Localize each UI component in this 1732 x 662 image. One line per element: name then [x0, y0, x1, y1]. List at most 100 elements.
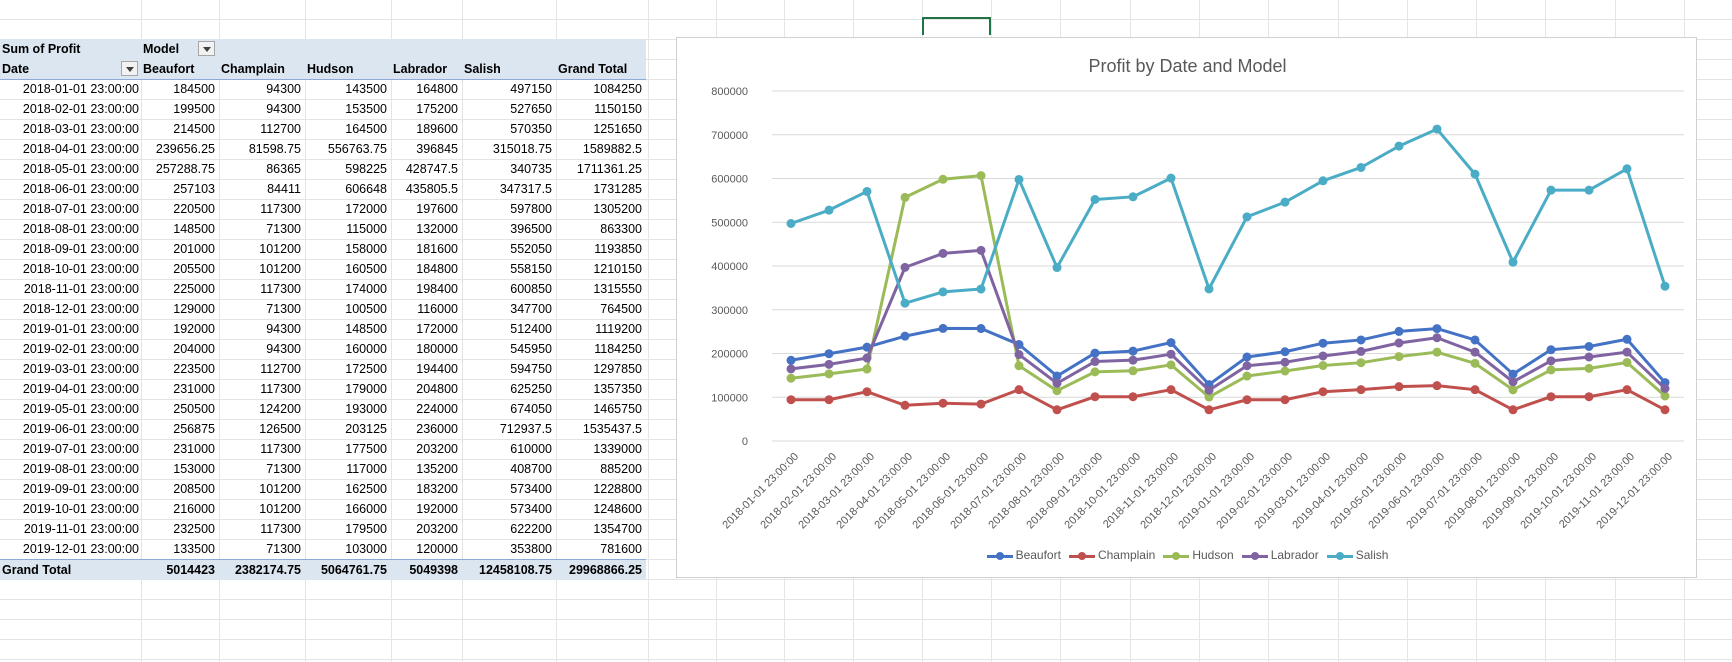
- value-cell[interactable]: 396500: [462, 219, 556, 239]
- value-cell[interactable]: 94300: [219, 99, 305, 119]
- value-cell[interactable]: 556763.75: [305, 139, 391, 159]
- value-cell[interactable]: 223500: [141, 359, 219, 379]
- value-cell[interactable]: 148500: [305, 319, 391, 339]
- chart-legend[interactable]: Beaufort Champlain Hudson Labrador Salish: [677, 548, 1698, 562]
- grand-total-cell[interactable]: 29968866.25: [556, 560, 646, 580]
- value-cell[interactable]: 863300: [556, 219, 646, 239]
- column-header-grand-total[interactable]: Grand Total: [556, 59, 646, 79]
- value-cell[interactable]: 250500: [141, 399, 219, 419]
- legend-item-salish[interactable]: Salish: [1326, 548, 1388, 562]
- value-cell[interactable]: 192000: [391, 499, 462, 519]
- value-cell[interactable]: 552050: [462, 239, 556, 259]
- value-cell[interactable]: 1535437.5: [556, 419, 646, 439]
- row-date-label[interactable]: 2019-02-01 23:00:00: [0, 339, 141, 359]
- value-cell[interactable]: 199500: [141, 99, 219, 119]
- value-cell[interactable]: 148500: [141, 219, 219, 239]
- value-cell[interactable]: 408700: [462, 459, 556, 479]
- row-date-label[interactable]: 2019-04-01 23:00:00: [0, 379, 141, 399]
- value-cell[interactable]: 101200: [219, 499, 305, 519]
- value-cell[interactable]: 71300: [219, 539, 305, 559]
- value-cell[interactable]: 1465750: [556, 399, 646, 419]
- row-date-label[interactable]: 2018-12-01 23:00:00: [0, 299, 141, 319]
- value-cell[interactable]: 1150150: [556, 99, 646, 119]
- value-cell[interactable]: 1184250: [556, 339, 646, 359]
- value-cell[interactable]: 256875: [141, 419, 219, 439]
- value-cell[interactable]: 232500: [141, 519, 219, 539]
- value-cell[interactable]: 164800: [391, 79, 462, 99]
- value-cell[interactable]: 231000: [141, 379, 219, 399]
- legend-item-hudson[interactable]: Hudson: [1163, 548, 1234, 562]
- value-cell[interactable]: 1119200: [556, 319, 646, 339]
- value-cell[interactable]: 86365: [219, 159, 305, 179]
- value-cell[interactable]: 1084250: [556, 79, 646, 99]
- value-cell[interactable]: 1315550: [556, 279, 646, 299]
- row-date-label[interactable]: 2019-06-01 23:00:00: [0, 419, 141, 439]
- value-cell[interactable]: 353800: [462, 539, 556, 559]
- value-cell[interactable]: 172000: [391, 319, 462, 339]
- value-cell[interactable]: 101200: [219, 239, 305, 259]
- grand-total-cell[interactable]: 5064761.75: [305, 560, 391, 580]
- value-cell[interactable]: 214500: [141, 119, 219, 139]
- grand-total-cell[interactable]: 2382174.75: [219, 560, 305, 580]
- legend-item-beaufort[interactable]: Beaufort: [986, 548, 1061, 562]
- value-cell[interactable]: 597800: [462, 199, 556, 219]
- value-cell[interactable]: 1589882.5: [556, 139, 646, 159]
- value-cell[interactable]: 71300: [219, 459, 305, 479]
- row-date-label[interactable]: 2019-09-01 23:00:00: [0, 479, 141, 499]
- value-cell[interactable]: 1228800: [556, 479, 646, 499]
- row-date-label[interactable]: 2019-01-01 23:00:00: [0, 319, 141, 339]
- column-field-label[interactable]: Model: [141, 39, 201, 59]
- value-cell[interactable]: 94300: [219, 319, 305, 339]
- row-date-label[interactable]: 2018-11-01 23:00:00: [0, 279, 141, 299]
- value-cell[interactable]: 1357350: [556, 379, 646, 399]
- value-cell[interactable]: 177500: [305, 439, 391, 459]
- value-cell[interactable]: 257103: [141, 179, 219, 199]
- value-cell[interactable]: 347700: [462, 299, 556, 319]
- value-cell[interactable]: 179500: [305, 519, 391, 539]
- value-cell[interactable]: 166000: [305, 499, 391, 519]
- value-cell[interactable]: 497150: [462, 79, 556, 99]
- value-cell[interactable]: 204000: [141, 339, 219, 359]
- value-cell[interactable]: 126500: [219, 419, 305, 439]
- column-header-beaufort[interactable]: Beaufort: [141, 59, 219, 79]
- value-cell[interactable]: 224000: [391, 399, 462, 419]
- value-cell[interactable]: 1711361.25: [556, 159, 646, 179]
- value-cell[interactable]: 189600: [391, 119, 462, 139]
- value-cell[interactable]: 315018.75: [462, 139, 556, 159]
- value-cell[interactable]: 435805.5: [391, 179, 462, 199]
- value-cell[interactable]: 153000: [141, 459, 219, 479]
- value-cell[interactable]: 1305200: [556, 199, 646, 219]
- value-cell[interactable]: 570350: [462, 119, 556, 139]
- row-date-label[interactable]: 2019-08-01 23:00:00: [0, 459, 141, 479]
- value-cell[interactable]: 115000: [305, 219, 391, 239]
- column-header-salish[interactable]: Salish: [462, 59, 556, 79]
- value-cell[interactable]: 153500: [305, 99, 391, 119]
- value-cell[interactable]: 117300: [219, 439, 305, 459]
- value-cell[interactable]: 1210150: [556, 259, 646, 279]
- value-cell[interactable]: 216000: [141, 499, 219, 519]
- value-cell[interactable]: 160000: [305, 339, 391, 359]
- value-cell[interactable]: 132000: [391, 219, 462, 239]
- value-cell[interactable]: 112700: [219, 359, 305, 379]
- value-cell[interactable]: 183200: [391, 479, 462, 499]
- value-cell[interactable]: 103000: [305, 539, 391, 559]
- row-date-label[interactable]: 2018-01-01 23:00:00: [0, 79, 141, 99]
- value-cell[interactable]: 606648: [305, 179, 391, 199]
- grand-total-cell[interactable]: 5014423: [141, 560, 219, 580]
- value-cell[interactable]: 124200: [219, 399, 305, 419]
- value-cell[interactable]: 428747.5: [391, 159, 462, 179]
- value-cell[interactable]: 117000: [305, 459, 391, 479]
- value-cell[interactable]: 201000: [141, 239, 219, 259]
- column-header-champlain[interactable]: Champlain: [219, 59, 305, 79]
- grand-total-cell[interactable]: 12458108.75: [462, 560, 556, 580]
- value-cell[interactable]: 208500: [141, 479, 219, 499]
- value-cell[interactable]: 120000: [391, 539, 462, 559]
- value-cell[interactable]: 184500: [141, 79, 219, 99]
- value-cell[interactable]: 203200: [391, 519, 462, 539]
- value-cell[interactable]: 1193850: [556, 239, 646, 259]
- value-cell[interactable]: 116000: [391, 299, 462, 319]
- row-date-label[interactable]: 2018-10-01 23:00:00: [0, 259, 141, 279]
- value-cell[interactable]: 160500: [305, 259, 391, 279]
- value-cell[interactable]: 81598.75: [219, 139, 305, 159]
- value-cell[interactable]: 174000: [305, 279, 391, 299]
